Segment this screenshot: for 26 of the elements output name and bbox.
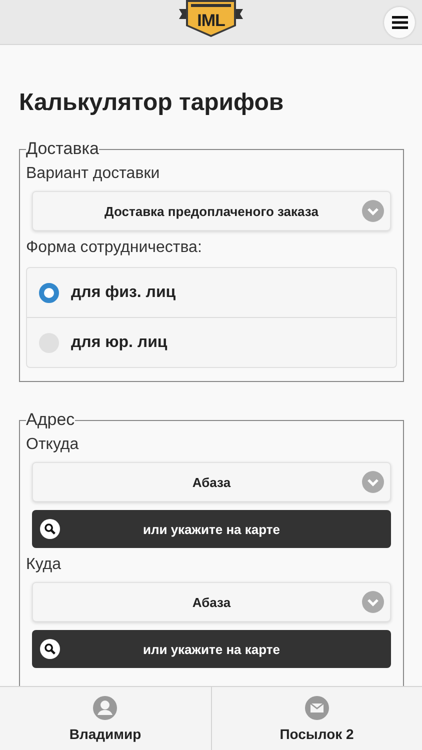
- section-legend: Доставка: [26, 139, 100, 159]
- map-button[interactable]: или укажите на карте: [32, 510, 391, 548]
- radio-icon[interactable]: [39, 282, 59, 302]
- delivery-select[interactable]: Доставка предоплаченого заказа: [32, 191, 391, 231]
- section-legend: Адрес: [26, 410, 75, 430]
- field-label: Форма сотрудничества:: [26, 239, 203, 257]
- radio-option[interactable]: для юр. лиц: [27, 317, 396, 367]
- page-title: Калькулятор тарифов: [19, 89, 285, 117]
- search-icon: [40, 639, 60, 659]
- city-select[interactable]: Абаза: [32, 582, 391, 622]
- option-label: для физ. лиц: [71, 284, 176, 302]
- field-label: Откуда: [26, 436, 80, 454]
- field-label: Куда: [26, 556, 62, 574]
- user-icon: [93, 696, 118, 720]
- menu-button[interactable]: [384, 7, 415, 38]
- menu-icon: [392, 16, 408, 29]
- chevron-down-icon: [362, 591, 384, 613]
- city-select[interactable]: Абаза: [32, 462, 391, 502]
- map-button[interactable]: или укажите на карте: [32, 630, 391, 668]
- search-icon: [40, 519, 60, 539]
- radio-option[interactable]: для физ. лиц: [27, 268, 396, 317]
- envelope-icon: [304, 696, 329, 720]
- field-label: Вариант доставки: [26, 165, 161, 183]
- chevron-down-icon: [362, 200, 384, 222]
- option-label: для юр. лиц: [71, 334, 168, 352]
- chevron-down-icon: [362, 471, 384, 493]
